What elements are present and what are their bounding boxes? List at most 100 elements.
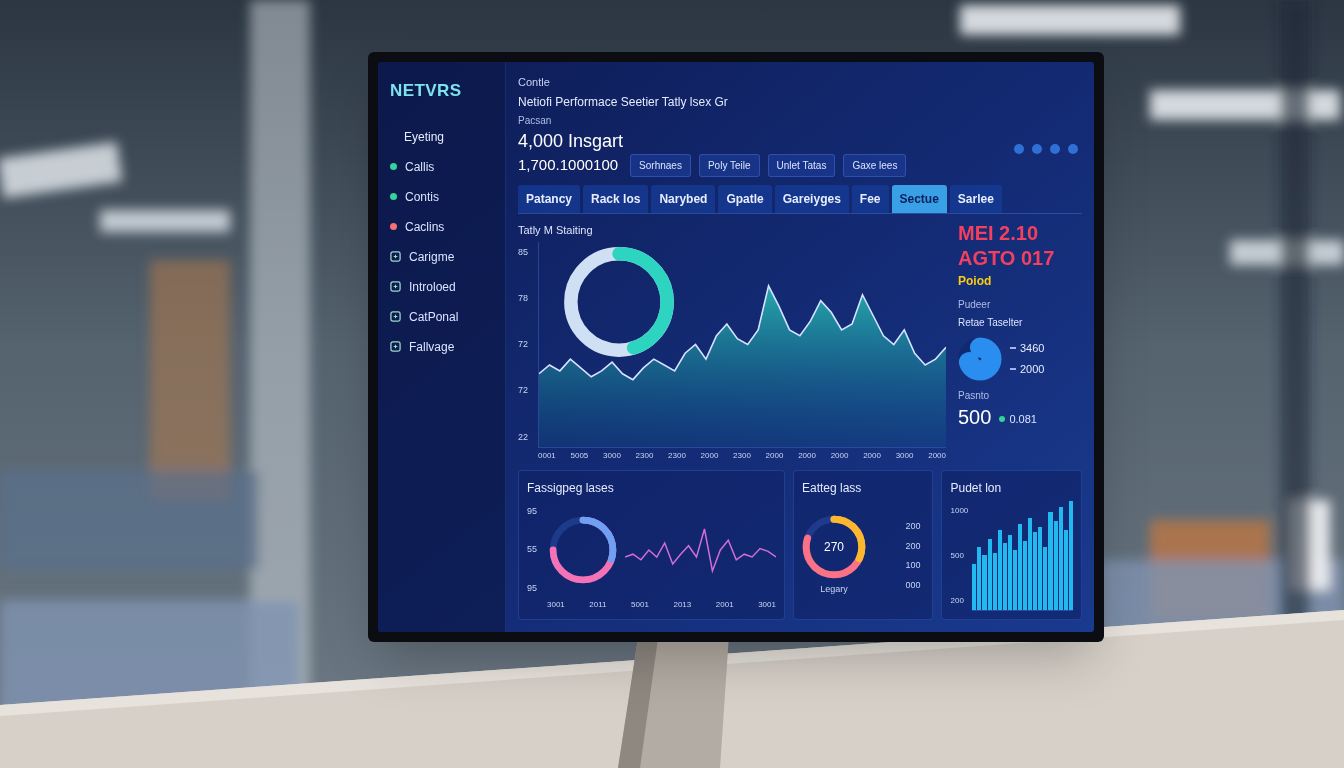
tab[interactable]: Patancy [518, 185, 580, 213]
sidebar-item[interactable]: Carigme [390, 248, 493, 266]
sidebar-item[interactable]: Introloed [390, 278, 493, 296]
sidebar-item[interactable]: Contis [390, 188, 493, 206]
tab[interactable]: Narybed [651, 185, 715, 213]
panel-sublabel: Retae Taselter [958, 315, 1082, 330]
bar [1013, 550, 1017, 610]
status-dot-icon [1032, 144, 1042, 154]
bottom-row: Fassigpeg lases9555953001201150012013200… [518, 470, 1082, 620]
x-tick: 3000 [603, 450, 621, 462]
bar [1054, 521, 1058, 610]
badge: Poiod [958, 272, 1082, 290]
headline: AGTO 017 [958, 247, 1082, 269]
sidebar-item[interactable]: CatPonal [390, 308, 493, 326]
tab[interactable]: Gpatle [718, 185, 771, 213]
header-button[interactable]: Gaxe lees [843, 154, 906, 177]
sidebar-item[interactable]: Callis [390, 158, 493, 176]
x-tick: 2000 [831, 450, 849, 462]
sidebar-item[interactable]: Eyeting [390, 128, 493, 146]
x-tick: 2300 [668, 450, 686, 462]
bar [998, 530, 1002, 610]
sidebar-label: Carigme [409, 248, 454, 266]
tick-col: 200200100000 [905, 520, 924, 592]
header-value: 4,000 Insgart [518, 130, 906, 152]
main-chart: Tatly M Staiting857872722200015005300023… [518, 222, 946, 463]
panel-label: Pudeer [958, 297, 1082, 312]
sidebar-item[interactable]: Caclins [390, 218, 493, 236]
header-button[interactable]: Unlet Tatas [768, 154, 836, 177]
x-axis: 300120115001201320013001 [527, 599, 776, 611]
y-tick: 95 [527, 582, 541, 596]
y-tick: 95 [527, 505, 541, 519]
line-chart [625, 515, 776, 585]
small-value: 0.081 [1009, 411, 1037, 428]
donut-fill [571, 254, 667, 350]
x-tick: 2000 [928, 450, 946, 462]
dot-icon [999, 416, 1005, 422]
tab[interactable]: Rack los [583, 185, 648, 213]
menu-icon [390, 341, 401, 352]
panel-caption: Pasnto [958, 388, 1082, 403]
bar [982, 555, 986, 610]
y-tick: 500 [950, 550, 968, 562]
sidebar-label: Fallvage [409, 338, 454, 356]
ring-overlay [563, 246, 675, 358]
x-tick: 2300 [636, 450, 654, 462]
card: Pudet lon1000500200 [941, 470, 1082, 620]
bar [977, 547, 981, 610]
progress-ring [563, 246, 675, 358]
status-dot-icon [390, 223, 397, 230]
y-tick: 22 [518, 431, 534, 445]
x-tick: 2000 [863, 450, 881, 462]
tick: 100 [905, 559, 920, 573]
x-tick: 2001 [716, 599, 734, 611]
sidebar-label: Caclins [405, 218, 444, 236]
bar [972, 564, 976, 610]
x-tick: 5001 [631, 599, 649, 611]
donut-fill [969, 347, 992, 370]
card-title: Pudet lon [950, 479, 1073, 497]
card-body: 1000500200 [950, 501, 1073, 611]
chart-row: Tatly M Staiting857872722200015005300023… [518, 222, 1082, 463]
card: Eatteg lass270Legary200200100000 [793, 470, 934, 620]
y-tick: 200 [950, 595, 968, 607]
right-panel: MEI 2.10AGTO 017PoiodPudeerRetae Taselte… [958, 222, 1082, 463]
bar [1028, 518, 1032, 610]
header-button[interactable]: Sorhnaes [630, 154, 691, 177]
donut-fill [553, 520, 613, 580]
header-button[interactable]: Poly Teile [699, 154, 760, 177]
status-dot-icon [390, 193, 397, 200]
bar [988, 539, 992, 610]
office-scene: NETVRS EyetingCallisContisCaclinsCarigme… [0, 0, 1344, 768]
tab[interactable]: Sectue [892, 185, 947, 213]
x-tick: 2300 [733, 450, 751, 462]
sidebar-item[interactable]: Fallvage [390, 338, 493, 356]
donut-label: Legary [820, 583, 848, 597]
series-line [625, 529, 776, 571]
chart-title: Tatly M Staiting [518, 222, 946, 239]
tab[interactable]: Fee [852, 185, 889, 213]
menu-icon [390, 251, 401, 262]
big-value: 500 [958, 406, 991, 428]
x-tick: 2011 [589, 599, 606, 611]
sidebar: NETVRS EyetingCallisContisCaclinsCarigme… [378, 62, 506, 632]
big-row: 500 0.081 [958, 406, 1082, 428]
sidebar-label: Contis [405, 188, 439, 206]
monitor: NETVRS EyetingCallisContisCaclinsCarigme… [368, 52, 1104, 642]
series-area [539, 286, 946, 447]
bar [1038, 527, 1042, 610]
tab[interactable]: Gareiyges [775, 185, 849, 213]
header-value-row: 1,700.1000100SorhnaesPoly TeileUnlet Tat… [518, 154, 906, 177]
tab[interactable]: Sarlee [950, 185, 1002, 213]
header-subtitle: Netiofi Performace Seetier Tatly lsex Gr [518, 93, 906, 111]
x-tick: 5005 [571, 450, 589, 462]
bar [1059, 507, 1063, 610]
stat-value: 2000 [1020, 361, 1044, 378]
dash-icon [1010, 347, 1016, 349]
donut-center: 270 [802, 515, 866, 579]
menu-icon [390, 311, 401, 322]
header-buttons: Sorhnaes Poly Teile Unlet Tatas Gaxe lees [630, 154, 906, 177]
plot-area [538, 242, 946, 448]
status-dot-icon [1014, 144, 1024, 154]
bar [1048, 512, 1052, 610]
bar [1008, 535, 1012, 610]
